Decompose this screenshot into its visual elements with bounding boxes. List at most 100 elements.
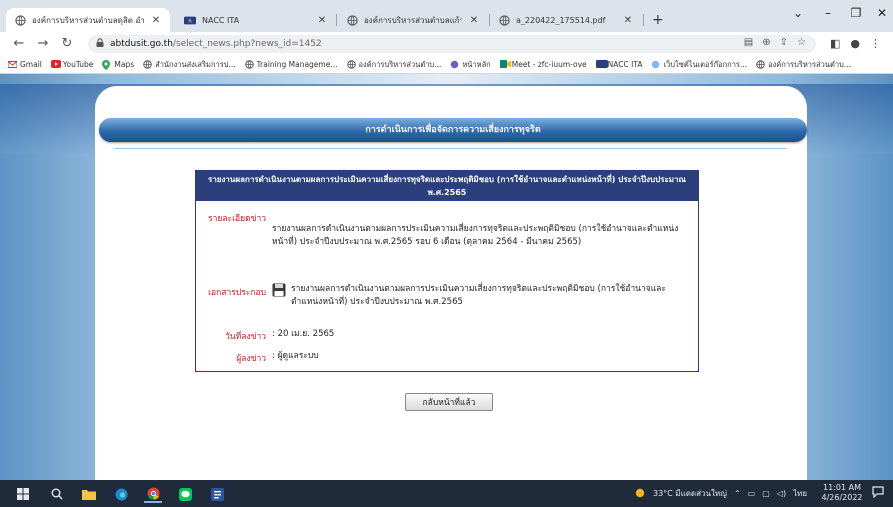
nacc-icon — [595, 60, 608, 69]
file-explorer-icon[interactable] — [80, 485, 98, 503]
header-divider — [115, 148, 787, 149]
maximize-button[interactable]: ❐ — [846, 6, 866, 20]
tab-separator — [643, 14, 644, 26]
svg-text:n: n — [188, 18, 191, 24]
news-title: รายงานผลการดำเนินงานตามผลการประเมินความเ… — [196, 171, 698, 201]
bookmark-item[interactable]: Training Manageme... — [244, 60, 338, 69]
tab-label: NACC ITA — [202, 15, 240, 25]
bookmark-youtube[interactable]: YouTube — [50, 60, 93, 69]
search-icon[interactable] — [48, 485, 66, 503]
detail-label: รายละเอียดข่าว — [208, 214, 266, 224]
globe-icon — [756, 60, 765, 69]
globe-icon — [346, 60, 356, 69]
attachment-link[interactable]: รายงานผลการดำเนินงานตามผลการประเมินความเ… — [291, 283, 692, 309]
date-label: วันที่ลงข่าว — [225, 332, 266, 342]
tab-label: องค์การบริหารส่วนตำบลแก้วแสน อำเภ — [364, 15, 462, 25]
meet-icon — [499, 60, 511, 69]
gmail-icon — [7, 60, 18, 69]
clock-time: 11:01 AM — [823, 483, 861, 492]
close-tab-icon[interactable]: ✕ — [468, 15, 480, 26]
new-tab-button[interactable]: + — [652, 12, 664, 28]
clock[interactable]: 11:01 AM 4/26/2022 — [820, 483, 864, 503]
language-icon[interactable]: ไทย — [793, 487, 807, 500]
tab-strip: องค์การบริหารส่วนตำบลดุสิต อำเภอเ ✕ n NA… — [0, 0, 893, 32]
page-viewport: การดำเนินการเพื่อจัดการความเสี่ยงการทุจร… — [0, 74, 893, 480]
weather-icon[interactable] — [634, 487, 646, 501]
network-icon[interactable]: ▭ — [748, 489, 756, 498]
content-panel: การดำเนินการเพื่อจัดการความเสี่ยงการทุจร… — [95, 86, 807, 480]
share-icon[interactable]: ⇪ — [780, 37, 788, 48]
back-icon[interactable]: ← — [10, 36, 28, 51]
side-panel-icon[interactable]: ◧ — [830, 37, 840, 50]
minimize-button[interactable]: – — [818, 6, 838, 20]
bookmark-maps[interactable]: Maps — [102, 60, 134, 70]
date-value: : 20 เม.ย. 2565 — [272, 329, 335, 339]
close-tab-icon[interactable]: ✕ — [622, 15, 634, 26]
bookmark-item[interactable]: เว็บไซต์ไนเตอร์ก๊อกการ... — [651, 59, 747, 71]
weather-text[interactable]: 33°C มีแดดส่วนใหญ่ — [653, 487, 727, 500]
translate-icon[interactable]: ▤ — [744, 37, 753, 48]
forward-icon[interactable]: → — [34, 36, 52, 51]
news-detail-card: รายงานผลการดำเนินงานตามผลการประเมินความเ… — [195, 170, 699, 372]
section-title: การดำเนินการเพื่อจัดการความเสี่ยงการทุจร… — [365, 125, 541, 135]
globe-icon — [14, 14, 26, 26]
detail-text: รายงานผลการดำเนินงานตามผลการประเมินความเ… — [272, 224, 679, 247]
tray-chevron-icon[interactable]: ⌃ — [734, 489, 741, 498]
bookmark-item[interactable]: องค์การบริหารส่วนตำบ... — [756, 59, 851, 71]
youtube-icon — [50, 60, 61, 69]
lock-icon[interactable] — [96, 38, 104, 50]
address-bar[interactable]: abtdusit.go.th /select_news.php?news_id=… — [88, 35, 816, 53]
volume-icon[interactable]: ◁) — [777, 489, 786, 498]
edge-icon[interactable] — [112, 485, 130, 503]
bookmark-nacc[interactable]: NACC ITA — [595, 60, 642, 69]
tab-abtdusit[interactable]: องค์การบริหารส่วนตำบลดุสิต อำเภอเ ✕ — [6, 8, 170, 32]
bookmark-gmail[interactable]: Gmail — [7, 60, 42, 69]
maps-icon — [102, 60, 111, 70]
chrome-icon[interactable] — [144, 485, 162, 503]
author-label: ผู้ลงข่าว — [236, 354, 266, 364]
globe-icon — [244, 60, 254, 69]
bookmarks-bar: Gmail YouTube Maps สำนักงานส่งเสริมการป.… — [0, 56, 893, 74]
globe-icon — [651, 60, 660, 69]
nacc-icon: n — [184, 14, 196, 26]
line-icon[interactable] — [176, 485, 194, 503]
windows-start-icon[interactable] — [14, 485, 32, 503]
word-icon[interactable] — [208, 485, 226, 503]
bookmark-item[interactable]: องค์การบริหารส่วนตำบ... — [346, 59, 441, 71]
tab-label: องค์การบริหารส่วนตำบลดุสิต อำเภอเ — [32, 15, 144, 25]
floppy-disk-icon[interactable] — [272, 283, 286, 297]
tab-search-icon[interactable]: ⌄ — [788, 6, 808, 20]
profile-icon[interactable]: ● — [850, 37, 860, 50]
tab-kaeosaen[interactable]: องค์การบริหารส่วนตำบลแก้วแสน อำเภ ✕ — [338, 8, 488, 32]
bookmark-star-icon[interactable]: ☆ — [797, 37, 806, 48]
tab-label: a_220422_175514.pdf — [516, 15, 606, 25]
globe-icon — [346, 14, 358, 26]
author-value: : ผู้ดูแลระบบ — [272, 351, 319, 361]
section-header: การดำเนินการเพื่อจัดการความเสี่ยงการทุจร… — [99, 118, 807, 142]
close-window-button[interactable]: ✕ — [872, 6, 892, 20]
reload-icon[interactable]: ↻ — [58, 36, 76, 51]
system-tray: 33°C มีแดดส่วนใหญ่ ⌃ ▭ ▢ ◁) ไทย — [634, 480, 807, 507]
attachment-row: รายงานผลการดำเนินงานตามผลการประเมินความเ… — [272, 283, 692, 309]
attachment-label: เอกสารประกอบ — [208, 288, 266, 298]
display-icon[interactable]: ▢ — [762, 489, 770, 498]
notification-icon[interactable] — [872, 486, 884, 501]
close-tab-icon[interactable]: ✕ — [316, 15, 328, 26]
clock-date: 4/26/2022 — [821, 493, 863, 502]
bookmark-meet[interactable]: Meet - zfc-iuum-ove — [499, 60, 587, 69]
zoom-icon[interactable]: ⊕ — [762, 37, 770, 48]
url-path: /select_news.php?news_id=1452 — [172, 39, 322, 49]
tab-separator — [336, 14, 337, 26]
tab-nacc-ita[interactable]: n NACC ITA ✕ — [176, 8, 336, 32]
taskbar: 33°C มีแดดส่วนใหญ่ ⌃ ▭ ▢ ◁) ไทย 11:01 AM… — [0, 480, 893, 507]
tab-pdf[interactable]: a_220422_175514.pdf ✕ — [490, 8, 642, 32]
globe-icon — [143, 60, 152, 69]
bookmark-item[interactable]: หน้าหลัก — [450, 59, 491, 71]
bookmark-item[interactable]: สำนักงานส่งเสริมการป... — [143, 59, 236, 71]
menu-icon[interactable]: ⋮ — [870, 37, 881, 50]
back-button[interactable]: กลับหน้าที่แล้ว — [405, 393, 493, 411]
url-host: abtdusit.go.th — [110, 39, 173, 49]
close-tab-icon[interactable]: ✕ — [150, 15, 162, 26]
browser-toolbar: ← → ↻ abtdusit.go.th /select_news.php?ne… — [0, 32, 893, 56]
globe-icon — [498, 14, 510, 26]
